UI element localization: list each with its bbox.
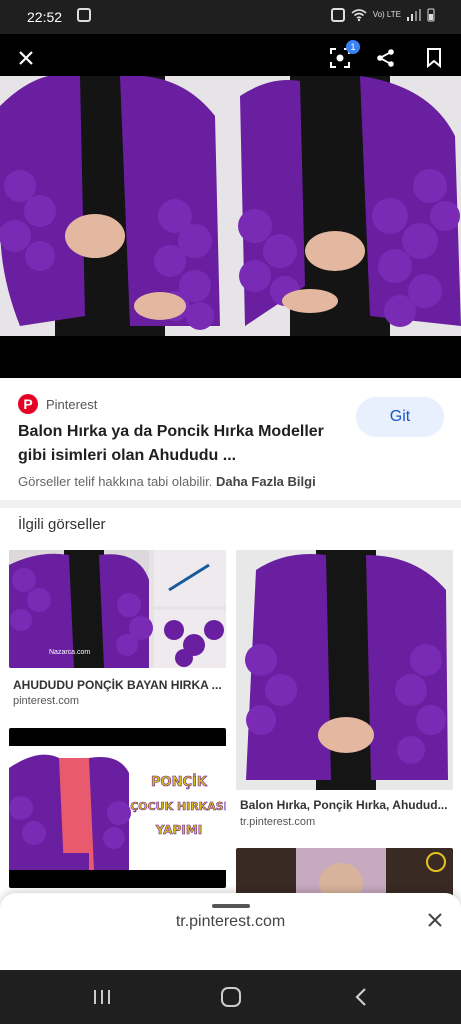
source-name: Pinterest — [46, 396, 98, 412]
back-button[interactable] — [341, 977, 381, 1017]
thumb-2-image — [236, 550, 453, 790]
image-viewer-toolbar: 1 — [0, 34, 461, 82]
home-icon — [221, 987, 241, 1007]
home-button[interactable] — [211, 977, 251, 1017]
related-card-2[interactable]: Balon Hırka, Ponçik Hırka, Ahudud... tr.… — [236, 550, 453, 830]
thumb-3-overlay-line-1: PONÇİK — [151, 774, 208, 790]
related-thumb-1: Nazarca.com — [9, 550, 226, 668]
battery-icon — [427, 8, 435, 22]
thumb-4-image — [236, 848, 453, 898]
main-photo — [0, 76, 461, 336]
recents-button[interactable] — [82, 977, 122, 1017]
thumb-1-image: Nazarca.com — [9, 550, 226, 668]
bookmark-icon — [427, 48, 441, 68]
system-nav-bar — [0, 970, 461, 1024]
status-icons: Vo) LTE — [330, 8, 435, 22]
related-thumb-4 — [236, 848, 453, 898]
related-card-2-source: tr.pinterest.com — [240, 816, 316, 828]
alarm-icon — [330, 8, 345, 22]
signal-icon — [407, 9, 421, 21]
copyright-text: Görseller telif hakkına tabi olabilir. — [18, 474, 213, 489]
network-label: Vo) LTE — [372, 10, 401, 19]
sweater-illustration — [0, 76, 461, 336]
back-icon — [355, 988, 366, 1006]
save-button[interactable] — [414, 38, 454, 78]
status-time: 22:52 — [27, 9, 63, 25]
status-bar: 22:52 Vo) LTE — [0, 0, 461, 34]
related-card-3[interactable]: PONÇİK ÇOCUK HIRKASI YAPIMI — [9, 728, 226, 888]
notification-icon — [77, 8, 91, 22]
share-icon — [377, 49, 394, 67]
sheet-drag-handle[interactable] — [212, 904, 250, 908]
pinterest-logo-icon: P — [18, 394, 38, 414]
more-info-link[interactable]: Daha Fazla Bilgi — [216, 474, 316, 489]
close-icon — [428, 913, 442, 927]
thumb-3-image: PONÇİK ÇOCUK HIRKASI YAPIMI — [9, 728, 226, 888]
related-heading: İlgili görseller — [18, 516, 106, 533]
wifi-icon — [351, 9, 367, 22]
result-info: P Pinterest Git Balon Hırka ya da Poncik… — [0, 378, 461, 500]
share-button[interactable] — [366, 38, 406, 78]
related-thumb-3: PONÇİK ÇOCUK HIRKASI YAPIMI — [9, 728, 226, 888]
sheet-close-button[interactable] — [426, 911, 444, 929]
section-divider — [0, 500, 461, 508]
source-row[interactable]: P Pinterest — [18, 394, 97, 414]
close-button[interactable] — [6, 38, 46, 78]
thumb-3-overlay-line-3: YAPIMI — [155, 823, 203, 837]
main-image[interactable] — [0, 76, 461, 378]
close-icon — [19, 51, 33, 65]
thumb-3-overlay-line-2: ÇOCUK HIRKASI — [130, 800, 226, 813]
copyright-notice: Görseller telif hakkına tabi olabilir. D… — [18, 474, 316, 489]
thumb-watermark: Nazarca.com — [49, 649, 90, 656]
lens-button[interactable]: 1 — [320, 38, 360, 78]
related-card-1[interactable]: Nazarca.com AHUDUDU PONÇİK BAYAN HIRKA .… — [9, 550, 226, 710]
related-card-1-title: AHUDUDU PONÇİK BAYAN HIRKA ... — [13, 678, 222, 692]
visit-button[interactable]: Git — [356, 397, 444, 437]
lens-badge: 1 — [346, 40, 360, 54]
recents-icon — [94, 990, 110, 1004]
result-title[interactable]: Balon Hırka ya da Poncik Hırka Modeller … — [18, 420, 348, 468]
sheet-url[interactable]: tr.pinterest.com — [0, 913, 461, 931]
related-card-1-source: pinterest.com — [13, 695, 80, 707]
related-card-4[interactable] — [236, 848, 453, 898]
related-thumb-2 — [236, 550, 453, 790]
related-card-2-title: Balon Hırka, Ponçik Hırka, Ahudud... — [240, 798, 448, 812]
